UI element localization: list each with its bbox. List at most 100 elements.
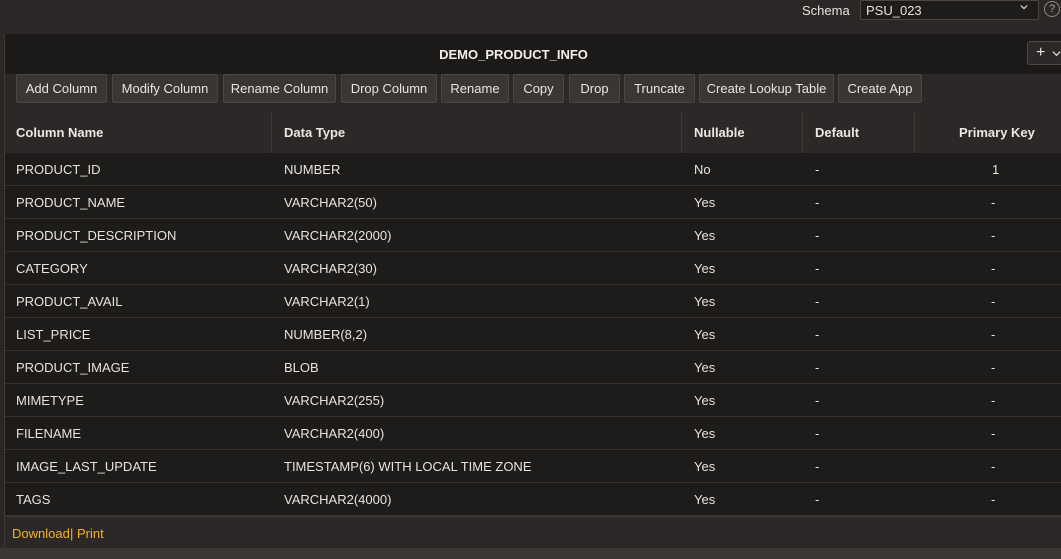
cell-nullable: Yes	[694, 195, 716, 210]
cell-primary-key: -	[991, 228, 996, 243]
create-app-button[interactable]: Create App	[838, 74, 922, 103]
truncate-button[interactable]: Truncate	[624, 74, 695, 103]
download-link[interactable]: Download	[12, 526, 70, 541]
cell-column-name: TAGS	[16, 492, 51, 507]
table-row: LIST_PRICE NUMBER(8,2) Yes - -	[5, 318, 1061, 351]
cell-default: -	[815, 294, 820, 309]
cell-default: -	[815, 492, 820, 507]
toolbar: Add Column Modify Column Rename Column D…	[5, 74, 1061, 113]
table-row: MIMETYPE VARCHAR2(255) Yes - -	[5, 384, 1061, 417]
cell-nullable: Yes	[694, 261, 716, 276]
cell-data-type: BLOB	[284, 360, 319, 375]
cell-default: -	[815, 459, 820, 474]
rename-column-button[interactable]: Rename Column	[223, 74, 336, 103]
table-row: PRODUCT_DESCRIPTION VARCHAR2(2000) Yes -…	[5, 219, 1061, 252]
drop-button[interactable]: Drop	[569, 74, 620, 103]
cell-nullable: Yes	[694, 393, 716, 408]
cell-data-type: TIMESTAMP(6) WITH LOCAL TIME ZONE	[284, 459, 532, 474]
cell-column-name: PRODUCT_IMAGE	[16, 360, 130, 375]
cell-nullable: Yes	[694, 228, 716, 243]
print-link[interactable]: Print	[77, 526, 104, 541]
cell-data-type: VARCHAR2(400)	[284, 426, 385, 441]
column-header-data-type[interactable]: Data Type	[284, 125, 345, 140]
cell-data-type: VARCHAR2(2000)	[284, 228, 392, 243]
cell-nullable: Yes	[694, 327, 716, 342]
table-row: PRODUCT_ID NUMBER No - 1	[5, 153, 1061, 186]
cell-primary-key: -	[991, 393, 996, 408]
column-header-nullable[interactable]: Nullable	[694, 125, 745, 140]
cell-primary-key: -	[991, 327, 996, 342]
panel-header: DEMO_PRODUCT_INFO +	[5, 34, 1061, 75]
table-body: PRODUCT_ID NUMBER No - 1 PRODUCT_NAME VA…	[5, 153, 1061, 516]
cell-nullable: Yes	[694, 426, 716, 441]
cell-primary-key: -	[991, 294, 996, 309]
cell-nullable: Yes	[694, 459, 716, 474]
cell-column-name: PRODUCT_NAME	[16, 195, 126, 210]
cell-primary-key: -	[991, 360, 996, 375]
cell-data-type: VARCHAR2(1)	[284, 294, 370, 309]
drop-column-button[interactable]: Drop Column	[341, 74, 437, 103]
table-row: CATEGORY VARCHAR2(30) Yes - -	[5, 252, 1061, 285]
help-icon[interactable]: ?	[1044, 1, 1060, 17]
cell-column-name: MIMETYPE	[16, 393, 84, 408]
cell-nullable: Yes	[694, 360, 716, 375]
cell-data-type: NUMBER	[284, 162, 341, 177]
cell-primary-key: -	[991, 195, 996, 210]
column-header-default[interactable]: Default	[815, 125, 859, 140]
cell-data-type: VARCHAR2(30)	[284, 261, 377, 276]
cell-column-name: FILENAME	[16, 426, 82, 441]
cell-column-name: PRODUCT_ID	[16, 162, 101, 177]
cell-primary-key: -	[991, 459, 996, 474]
footer-separator: |	[70, 526, 74, 541]
cell-data-type: VARCHAR2(4000)	[284, 492, 392, 507]
table-row: PRODUCT_NAME VARCHAR2(50) Yes - -	[5, 186, 1061, 219]
column-header-column-name[interactable]: Column Name	[16, 125, 103, 140]
cell-nullable: Yes	[694, 492, 716, 507]
schema-value: PSU_023	[866, 3, 922, 18]
table-panel: DEMO_PRODUCT_INFO + Add Column Modify Co…	[4, 34, 1061, 549]
table-row: PRODUCT_AVAIL VARCHAR2(1) Yes - -	[5, 285, 1061, 318]
add-column-button[interactable]: Add Column	[16, 74, 107, 103]
column-header-primary-key[interactable]: Primary Key	[959, 125, 1035, 140]
cell-default: -	[815, 327, 820, 342]
cell-data-type: NUMBER(8,2)	[284, 327, 368, 342]
cell-primary-key: -	[991, 426, 996, 441]
rename-button[interactable]: Rename	[441, 74, 509, 103]
cell-column-name: PRODUCT_AVAIL	[16, 294, 123, 309]
cell-nullable: No	[694, 162, 711, 177]
cell-default: -	[815, 426, 820, 441]
schema-label: Schema	[802, 3, 850, 18]
cell-primary-key: -	[991, 492, 996, 507]
table-row: PRODUCT_IMAGE BLOB Yes - -	[5, 351, 1061, 384]
cell-default: -	[815, 261, 820, 276]
cell-column-name: LIST_PRICE	[16, 327, 91, 342]
cell-default: -	[815, 393, 820, 408]
cell-default: -	[815, 195, 820, 210]
chevron-down-icon	[1052, 51, 1061, 57]
cell-column-name: CATEGORY	[16, 261, 88, 276]
create-lookup-table-button[interactable]: Create Lookup Table	[699, 74, 834, 103]
table-row: FILENAME VARCHAR2(400) Yes - -	[5, 417, 1061, 450]
modify-column-button[interactable]: Modify Column	[112, 74, 218, 103]
cell-nullable: Yes	[694, 294, 716, 309]
plus-icon: +	[1036, 44, 1046, 61]
cell-primary-key: 1	[992, 162, 1000, 177]
schema-bar: Schema PSU_023 ?	[0, 0, 1061, 34]
cell-default: -	[815, 228, 820, 243]
cell-default: -	[815, 162, 820, 177]
page-title: DEMO_PRODUCT_INFO	[439, 47, 588, 62]
bottom-strip	[0, 548, 1061, 559]
add-menu-button[interactable]: +	[1027, 41, 1061, 65]
cell-column-name: PRODUCT_DESCRIPTION	[16, 228, 177, 243]
table-row: TAGS VARCHAR2(4000) Yes - -	[5, 483, 1061, 516]
table-footer: Download | Print	[5, 516, 1061, 549]
cell-primary-key: -	[991, 261, 996, 276]
chevron-down-icon	[1020, 4, 1028, 10]
cell-data-type: VARCHAR2(50)	[284, 195, 377, 210]
cell-data-type: VARCHAR2(255)	[284, 393, 385, 408]
table-row: IMAGE_LAST_UPDATE TIMESTAMP(6) WITH LOCA…	[5, 450, 1061, 483]
cell-default: -	[815, 360, 820, 375]
schema-select[interactable]: PSU_023	[860, 0, 1039, 20]
table-header: Column Name Data Type Nullable Default P…	[5, 112, 1061, 154]
copy-button[interactable]: Copy	[513, 74, 564, 103]
